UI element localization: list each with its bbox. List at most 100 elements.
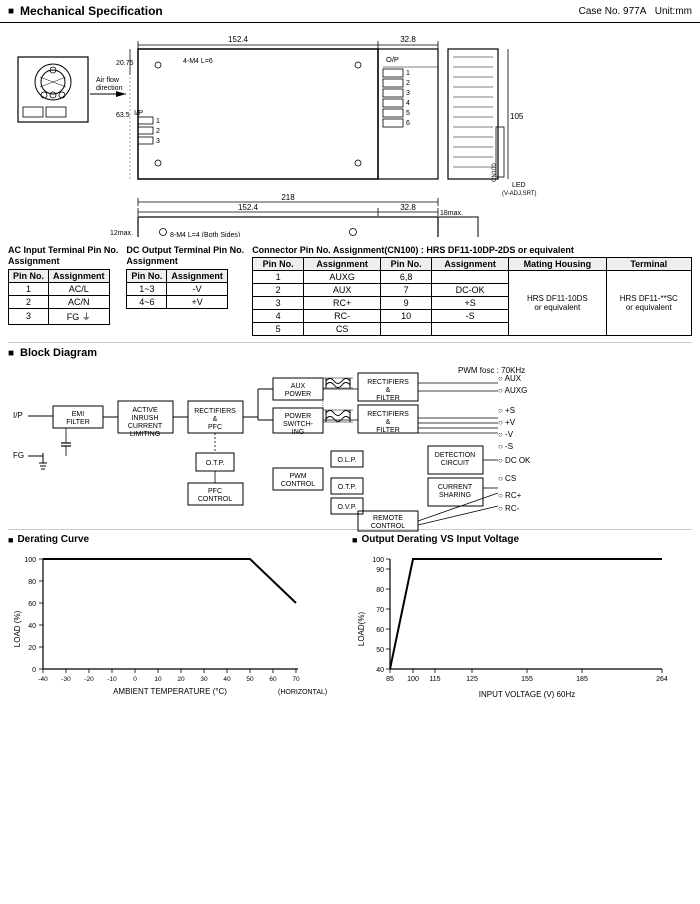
svg-text:5: 5 [406,110,410,117]
svg-text:6: 6 [406,120,410,127]
svg-text:30: 30 [200,676,208,683]
svg-text:O/P: O/P [386,55,399,64]
svg-text:Air flow: Air flow [96,77,120,84]
svg-text:115: 115 [429,676,440,683]
svg-text:152.4: 152.4 [238,203,259,212]
svg-text:4: 4 [406,100,410,107]
svg-text:○ +V: ○ +V [498,418,516,427]
ac-pin-table: Pin No.Assignment 1AC/L 2AC/N 3FG ⏚ [8,269,110,325]
svg-text:3: 3 [156,138,160,145]
cn100-table-group: Connector Pin No. Assignment(CN100) : HR… [252,245,692,336]
svg-text:50: 50 [246,676,254,683]
svg-text:152.4: 152.4 [228,35,249,44]
svg-text:18max.: 18max. [440,210,463,217]
ac-input-table-group: AC Input Terminal Pin No.Assignment Pin … [8,245,118,325]
svg-text:63.5: 63.5 [116,112,130,119]
output-derating-svg: LOAD(%) 40 50 60 70 80 90 [352,549,692,709]
svg-text:4-M4 L=6: 4-M4 L=6 [183,58,213,65]
svg-text:20: 20 [28,645,36,652]
svg-text:100: 100 [407,676,419,683]
header: Mechanical Specification Case No. 977A U… [0,0,700,23]
svg-text:INPUT VOLTAGE (V) 60Hz: INPUT VOLTAGE (V) 60Hz [479,690,575,699]
svg-text:AMBIENT TEMPERATURE (°C): AMBIENT TEMPERATURE (°C) [113,687,227,696]
svg-text:RECTIFIERS: RECTIFIERS [367,379,409,386]
dc-table-title: DC Output Terminal Pin No.Assignment [126,245,244,267]
svg-text:O.L.P.: O.L.P. [338,457,357,464]
output-derating: Output Derating VS Input Voltage LOAD(%)… [352,534,692,699]
svg-text:O.T.P.: O.T.P. [206,460,225,467]
svg-text:CN100: CN100 [492,163,498,182]
svg-text:32.8: 32.8 [400,35,416,44]
svg-text:○ RC-: ○ RC- [498,504,520,513]
output-derating-title: Output Derating VS Input Voltage [352,534,692,545]
svg-text:80: 80 [28,579,36,586]
svg-text:60: 60 [28,601,36,608]
block-diagram-area: PWM fosc : 70KHz I/P FG EMI FILTER [8,363,692,523]
svg-text:2: 2 [156,128,160,135]
svg-text:ING: ING [292,429,304,436]
svg-text:ACTIVE: ACTIVE [132,407,158,414]
svg-text:RECTIFIERS: RECTIFIERS [194,408,236,415]
svg-text:LED: LED [512,182,526,189]
derating-chart-container: LOAD (%) 0 20 40 60 80 100 [8,549,344,699]
mechanical-drawings: Air flow direction 152.4 32.8 4 [8,27,692,237]
svg-text:○ CS: ○ CS [498,474,516,483]
svg-text:I/P: I/P [134,108,143,117]
svg-text:○ -S: ○ -S [498,442,513,451]
svg-text:1: 1 [406,70,410,77]
svg-text:60: 60 [376,627,384,634]
svg-text:DETECTION: DETECTION [435,452,475,459]
svg-text:2: 2 [406,80,410,87]
svg-text:105: 105 [510,112,524,121]
svg-text:○ -V: ○ -V [498,430,514,439]
svg-text:&: & [386,419,391,426]
svg-text:○ AUX: ○ AUX [498,374,522,383]
svg-text:○ AUXG: ○ AUXG [498,386,527,395]
svg-text:(HORIZONTAL): (HORIZONTAL) [278,689,327,696]
svg-text:40: 40 [376,667,384,674]
derating-curve-title: Derating Curve [8,534,344,545]
svg-text:0: 0 [32,667,36,674]
svg-text:I/P: I/P [13,411,23,420]
svg-text:-20: -20 [84,676,94,683]
svg-text:AUX: AUX [291,383,306,390]
svg-text:10: 10 [154,676,162,683]
svg-text:-30: -30 [61,676,71,683]
svg-text:100: 100 [372,557,384,564]
main-content: Air flow direction 152.4 32.8 4 [0,23,700,703]
svg-text:-40: -40 [38,676,48,683]
svg-text:EMI: EMI [72,411,85,418]
svg-text:50: 50 [376,647,384,654]
svg-text:70: 70 [292,676,300,683]
page-title: Mechanical Specification [8,4,163,18]
svg-text:40: 40 [223,676,231,683]
svg-text:PFC: PFC [208,424,222,431]
svg-text:CONTROL: CONTROL [281,481,315,488]
svg-text:100: 100 [24,557,36,564]
svg-text:185: 185 [576,676,588,683]
svg-text:CURRENT: CURRENT [438,484,473,491]
svg-text:60: 60 [269,676,277,683]
svg-text:CIRCUIT: CIRCUIT [441,460,470,467]
svg-text:FILTER: FILTER [376,395,400,402]
svg-text:90: 90 [376,567,384,574]
svg-text:CURRENT: CURRENT [128,423,163,430]
derating-curve: Derating Curve LOAD (%) 0 20 40 [8,534,344,699]
svg-text:POWER: POWER [285,413,311,420]
cn100-table: Pin No. Assignment Pin No. Assignment Ma… [252,257,692,336]
svg-text:○ +S: ○ +S [498,406,515,415]
svg-text:70: 70 [376,607,384,614]
derating-chart-svg: LOAD (%) 0 20 40 60 80 100 [8,549,328,709]
svg-text:155: 155 [521,676,533,683]
svg-text:○ DC OK: ○ DC OK [498,456,531,465]
svg-text:8-M4 L=4 (Both Sides): 8-M4 L=4 (Both Sides) [170,232,240,237]
svg-text:0: 0 [133,676,137,683]
output-derating-chart-container: LOAD(%) 40 50 60 70 80 90 [352,549,692,699]
svg-text:218: 218 [281,193,295,202]
svg-text:POWER: POWER [285,391,311,398]
block-diagram-header: Block Diagram [8,342,692,359]
svg-text:CONTROL: CONTROL [371,523,405,530]
svg-text:125: 125 [466,676,478,683]
svg-text:LOAD (%): LOAD (%) [13,610,22,647]
svg-text:12max.: 12max. [110,230,133,237]
